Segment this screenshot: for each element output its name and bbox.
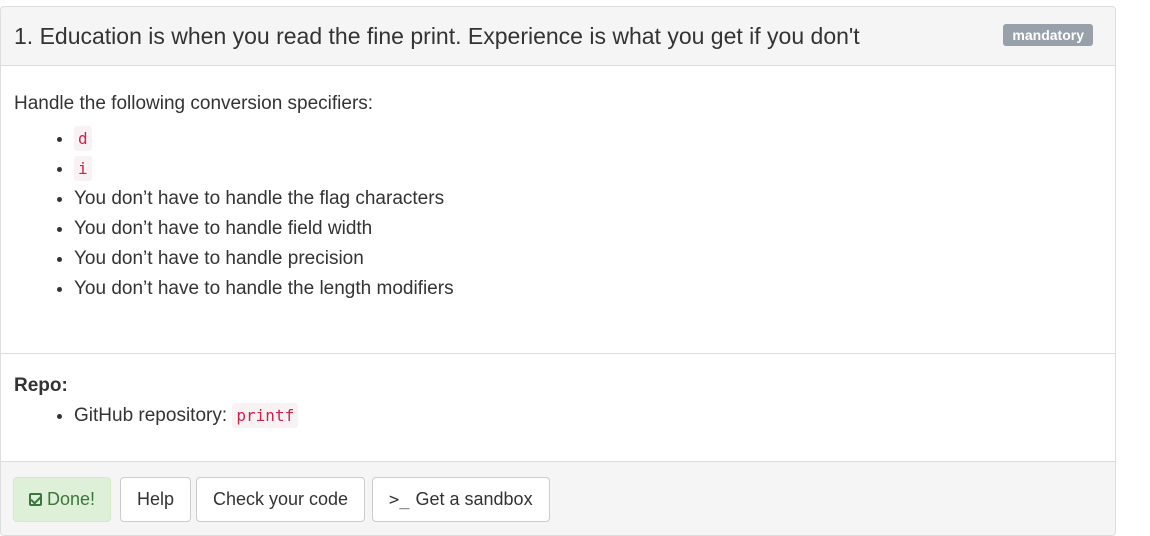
task-description: Handle the following conversion specifie… <box>1 66 1115 354</box>
list-item: You don’t have to handle precision <box>74 244 1102 274</box>
check-square-icon <box>29 493 42 506</box>
repo-title: Repo: <box>14 375 68 396</box>
done-label: Done! <box>47 489 96 509</box>
done-button[interactable]: Done! <box>13 477 112 522</box>
list-item: You don’t have to handle field width <box>74 214 1102 244</box>
list-item: i <box>74 154 1102 184</box>
check-code-button[interactable]: Check your code <box>196 477 366 522</box>
repo-item-label: GitHub repository: <box>74 405 228 426</box>
repo-list: GitHub repository: printf <box>14 401 1102 431</box>
task-footer: Done! Help Check your code >_ Get a sandb… <box>1 461 1115 535</box>
help-button[interactable]: Help <box>120 477 192 522</box>
list-item: You don’t have to handle the flag charac… <box>74 184 1102 214</box>
repo-section: Repo: GitHub repository: printf <box>1 354 1115 462</box>
mandatory-badge: mandatory <box>1003 24 1093 46</box>
specifier-code: i <box>74 156 92 181</box>
terminal-icon: >_ <box>389 490 410 510</box>
repo-name-code: printf <box>232 403 299 428</box>
specifier-code: d <box>74 126 92 151</box>
intro-text: Handle the following conversion specifie… <box>14 93 374 114</box>
sandbox-label: Get a sandbox <box>415 489 533 509</box>
specifier-list: d i You don’t have to handle the flag ch… <box>14 124 1102 304</box>
task-title: 1. Education is when you read the fine p… <box>14 23 860 49</box>
list-item: GitHub repository: printf <box>74 401 1102 431</box>
task-panel: 1. Education is when you read the fine p… <box>0 6 1116 536</box>
list-item: You don’t have to handle the length modi… <box>74 274 1102 304</box>
task-header: 1. Education is when you read the fine p… <box>1 7 1115 66</box>
sandbox-button[interactable]: >_ Get a sandbox <box>372 477 550 522</box>
list-item: d <box>74 124 1102 154</box>
